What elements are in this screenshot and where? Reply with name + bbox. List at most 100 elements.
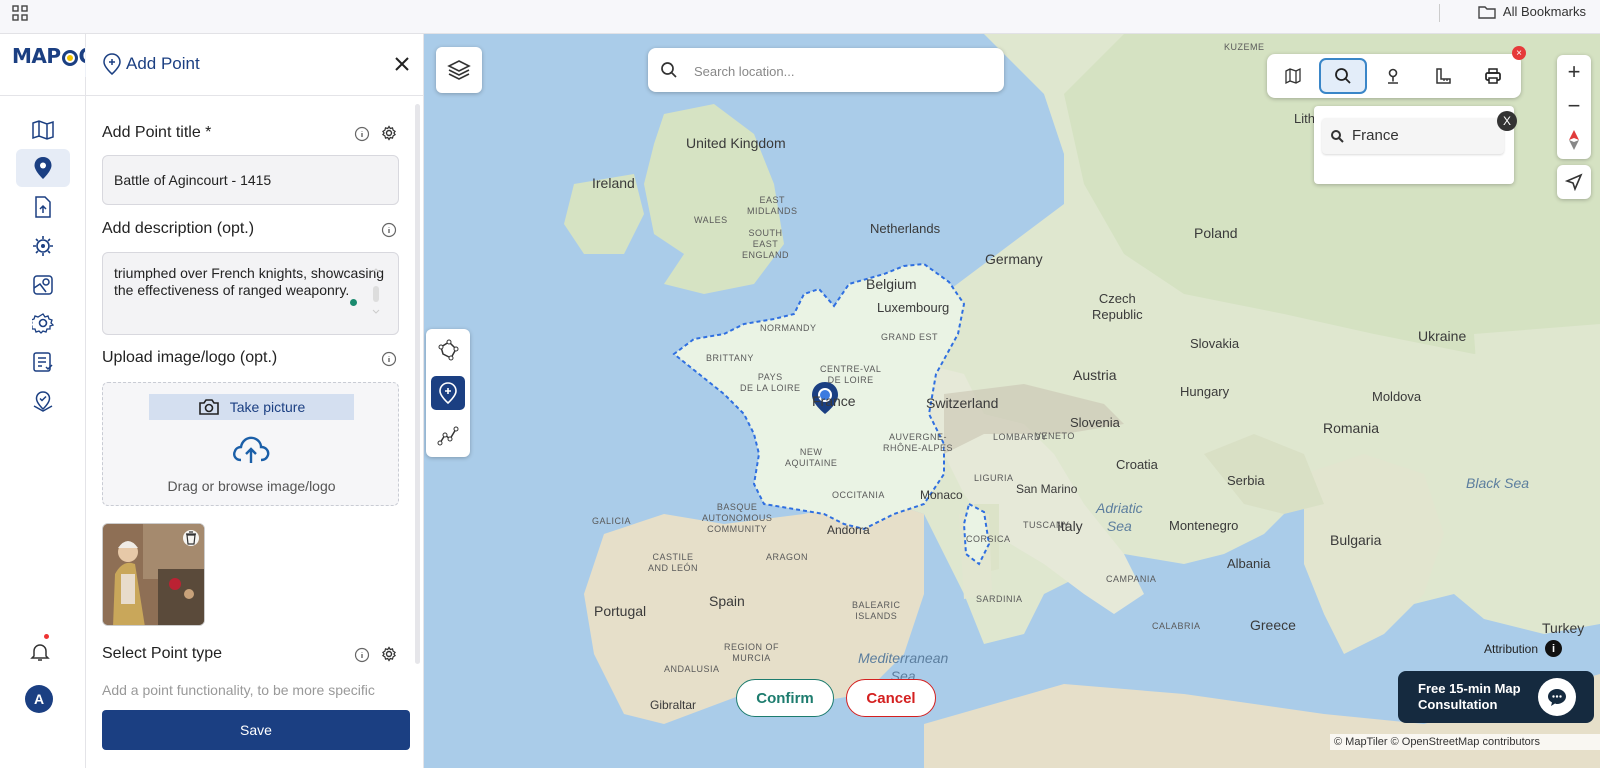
label-andorra: Andorra — [827, 523, 870, 537]
map-copyright[interactable]: © MapTiler © OpenStreetMap contributors — [1330, 734, 1600, 750]
settings-icon — [32, 313, 54, 334]
chat-button[interactable] — [1538, 678, 1576, 716]
label-luxembourg: Luxembourg — [877, 300, 950, 315]
rail-report-button[interactable] — [16, 343, 70, 381]
mapog-logo[interactable]: MAP G — [12, 44, 95, 68]
label-brittany: BRITTANY — [706, 353, 754, 363]
uploaded-image-thumbnail[interactable] — [102, 523, 205, 626]
search-location-placeholder: Search location... — [694, 64, 795, 79]
confirm-button[interactable]: Confirm — [736, 679, 834, 717]
label-black-sea: Black Sea — [1466, 475, 1530, 491]
label-new-aquitaine: NEW AQUITAINE — [785, 447, 838, 468]
zoom-in-button[interactable]: + — [1557, 55, 1591, 89]
search-icon — [1335, 68, 1351, 84]
label-belgium: Belgium — [866, 276, 917, 292]
label-andalusia: ANDALUSIA — [664, 664, 720, 674]
label-wales: WALES — [694, 215, 728, 225]
point-type-hint: Add a point functionality, to be more sp… — [102, 682, 375, 698]
tool-measure[interactable] — [1419, 58, 1467, 94]
trash-icon — [186, 531, 196, 545]
point-type-label: Select Point type — [102, 645, 223, 662]
icon-rail: MAP G › A — [0, 34, 99, 768]
tool-location[interactable] — [1369, 58, 1417, 94]
gear-icon[interactable] — [381, 125, 397, 141]
description-textarea[interactable]: triumphed over French knights, showcasin… — [102, 252, 399, 335]
upload-label: Upload image/logo (opt.) — [102, 349, 278, 366]
label-slovenia: Slovenia — [1070, 415, 1120, 430]
search-panel-close-button[interactable]: X — [1497, 111, 1517, 131]
user-avatar[interactable]: A — [25, 685, 53, 713]
apps-grid-icon[interactable] — [12, 5, 28, 21]
location-check-icon — [33, 391, 53, 412]
close-icon[interactable] — [390, 52, 414, 76]
label-sardinia: SARDINIA — [976, 594, 1023, 604]
save-button[interactable]: Save — [102, 710, 410, 750]
map-tools-bar — [1267, 54, 1521, 98]
search-result-field[interactable]: France — [1322, 118, 1504, 154]
info-icon[interactable] — [381, 351, 397, 367]
description-label: Add description (opt.) — [102, 220, 255, 237]
label-auvergne: AUVERGNE- RHÔNE-ALPES — [883, 432, 954, 453]
label-ireland: Ireland — [592, 175, 635, 191]
label-turkey: Turkey — [1542, 620, 1585, 636]
consultation-banner[interactable]: Free 15-min Map Consultation — [1398, 671, 1594, 723]
draw-point-tool[interactable] — [431, 376, 465, 410]
point-title-input[interactable]: Battle of Agincourt - 1415 — [102, 155, 399, 205]
draw-line-tool[interactable] — [431, 419, 465, 453]
label-san-marino: San Marino — [1016, 482, 1078, 496]
label-occitania: OCCITANIA — [832, 490, 885, 500]
layers-button[interactable] — [436, 47, 482, 93]
zoom-out-button[interactable]: − — [1557, 89, 1591, 123]
rail-location-button[interactable] — [16, 382, 70, 420]
image-upload-dropzone[interactable]: Take picture Drag or browse image/logo — [102, 382, 399, 506]
browser-bookmarks-bar: All Bookmarks — [0, 0, 1600, 34]
rail-add-point-button[interactable] — [16, 149, 70, 187]
drag-browse-text: Drag or browse image/logo — [167, 478, 336, 494]
navigation-arrow-icon — [1565, 173, 1583, 191]
info-icon[interactable] — [354, 126, 370, 142]
panel-scrollbar[interactable] — [415, 104, 420, 664]
map-canvas[interactable]: United Kingdom Ireland Netherlands Belgi… — [424, 34, 1600, 768]
delete-image-button[interactable] — [183, 530, 199, 546]
label-spain: Spain — [709, 593, 745, 609]
textarea-scrollbar[interactable] — [371, 266, 381, 316]
label-germany: Germany — [985, 251, 1043, 267]
tool-search[interactable] — [1319, 58, 1367, 94]
compass-button[interactable] — [1557, 123, 1591, 157]
bell-icon[interactable] — [30, 642, 50, 662]
tool-print[interactable] — [1469, 58, 1517, 94]
label-slovakia: Slovakia — [1190, 336, 1240, 351]
info-icon[interactable] — [354, 647, 370, 663]
rail-settings-button[interactable] — [16, 304, 70, 342]
label-croatia: Croatia — [1116, 457, 1158, 472]
all-bookmarks-button[interactable]: All Bookmarks — [1478, 4, 1586, 19]
folder-icon — [1478, 6, 1496, 19]
rail-map-button[interactable] — [16, 111, 70, 149]
rail-divider — [0, 95, 86, 96]
rail-tools-button[interactable] — [16, 227, 70, 265]
label-south-east-england: SOUTH EAST ENGLAND — [742, 228, 790, 260]
locate-me-button[interactable] — [1557, 165, 1591, 199]
label-basque-country: BASQUE AUTONOMOUS COMMUNITY — [702, 502, 773, 534]
label-austria: Austria — [1073, 367, 1117, 383]
rail-upload-button[interactable] — [16, 188, 70, 226]
logo-text-left: MAP — [12, 44, 61, 68]
rail-map-edit-button[interactable] — [16, 266, 70, 304]
location-search-box[interactable]: Search location... — [648, 48, 1004, 92]
cancel-button[interactable]: Cancel — [846, 679, 936, 717]
search-icon — [661, 62, 677, 78]
take-picture-button[interactable]: Take picture — [149, 394, 354, 420]
label-poland: Poland — [1194, 225, 1238, 241]
panel-header: Add Point — [86, 34, 423, 96]
tool-map-view[interactable] — [1269, 58, 1317, 94]
gear-icon[interactable] — [381, 646, 397, 662]
add-pin-icon — [439, 382, 457, 404]
attribution-info-icon[interactable]: i — [1545, 640, 1562, 657]
tools-close-button[interactable]: × — [1512, 46, 1526, 60]
search-icon — [1331, 130, 1344, 143]
label-france: France — [812, 393, 856, 409]
info-icon[interactable] — [381, 222, 397, 238]
label-veneto: VENETO — [1035, 431, 1075, 441]
draw-polygon-tool[interactable] — [431, 333, 465, 367]
layers-icon — [447, 60, 471, 80]
